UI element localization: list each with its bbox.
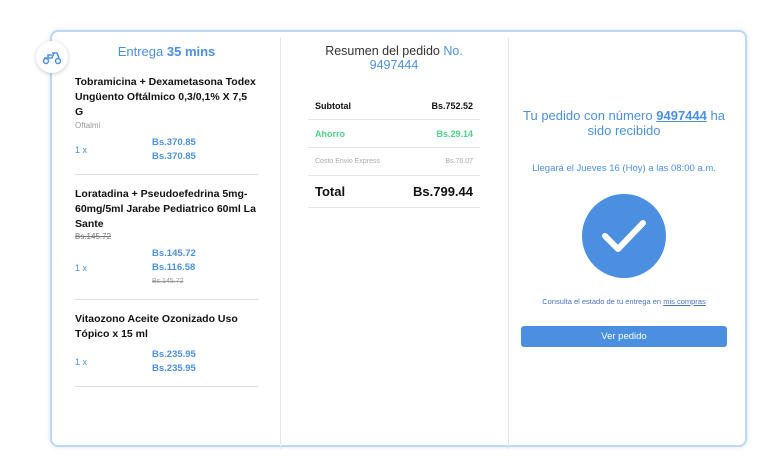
list-item: Vitaozono Aceite Ozonizado Uso Tópico x … <box>75 312 258 387</box>
ver-pedido-button[interactable]: Ver pedido <box>521 326 727 347</box>
msg-text: Tu pedido con número <box>523 108 653 123</box>
items-column: Entrega 35 mins Tobramicina + Dexametaso… <box>75 38 258 439</box>
row-label: Ahorro <box>315 128 345 139</box>
row-label: Costo Envio Express <box>315 158 380 165</box>
item-price: Bs.370.85 <box>152 137 196 148</box>
consult-text: Consulta el estado de tu entrega en mis … <box>520 296 728 308</box>
item-qty: 1 x <box>75 263 88 273</box>
item-total: Bs.116.58 <box>152 262 196 273</box>
delivery-label: Entrega <box>117 44 164 59</box>
item-total: Bs.370.85 <box>152 151 196 162</box>
mis-compras-link[interactable]: mis compras <box>663 297 706 306</box>
item-name[interactable]: Loratadina + Pseudoefedrina 5mg-60mg/5ml… <box>75 187 258 232</box>
delivery-eta: Llegará el Jueves 16 (Hoy) a las 08:00 a… <box>532 163 716 174</box>
checkmark-icon <box>582 194 666 278</box>
row-value: Bs.76.07 <box>445 158 473 165</box>
row-value: Bs.29.14 <box>436 128 473 139</box>
subtotal-row: Subtotal Bs.752.52 <box>308 92 480 120</box>
row-label: Total <box>315 184 346 199</box>
confirmation-column: Tu pedido con número 9497444 ha sido rec… <box>520 38 728 439</box>
order-number-link[interactable]: 9497444 <box>656 108 707 123</box>
list-item: Loratadina + Pseudoefedrina 5mg-60mg/5ml… <box>75 187 258 300</box>
delivery-time: Entrega 35 mins <box>75 44 258 59</box>
column-divider <box>280 38 281 449</box>
scooter-icon <box>36 41 68 73</box>
item-qty: 1 x <box>75 145 88 155</box>
shipping-row: Costo Envio Express Bs.76.07 <box>308 148 480 176</box>
item-qty: 1 x <box>75 357 88 367</box>
consult-label: Consulta el estado de tu entrega en <box>542 297 662 306</box>
item-price: Bs.145.72 <box>152 248 196 259</box>
item-old-total: Bs.145.72 <box>152 278 184 285</box>
item-old-price: Bs.145.72 <box>75 232 112 241</box>
summary-title-text: Resumen del pedido <box>325 44 440 58</box>
total-row: Total Bs.799.44 <box>308 176 480 208</box>
item-name[interactable]: Vitaozono Aceite Ozonizado Uso Tópico x … <box>75 312 258 342</box>
item-name[interactable]: Tobramicina + Dexametasona Todex Ungüent… <box>75 75 258 120</box>
confirmation-message: Tu pedido con número 9497444 ha sido rec… <box>520 108 728 138</box>
row-value: Bs.799.44 <box>413 184 473 199</box>
item-total: Bs.235.95 <box>152 363 196 374</box>
item-brand: Oftalmi <box>75 121 101 130</box>
row-label: Subtotal <box>315 100 351 111</box>
row-value: Bs.752.52 <box>431 100 473 111</box>
savings-row: Ahorro Bs.29.14 <box>308 120 480 148</box>
list-item: Tobramicina + Dexametasona Todex Ungüent… <box>75 75 258 175</box>
delivery-time-value: 35 mins <box>166 44 216 59</box>
summary-column: Resumen del pedido No. 9497444 Subtotal B… <box>308 38 480 439</box>
item-price: Bs.235.95 <box>152 349 196 360</box>
column-divider <box>508 38 509 449</box>
summary-title: Resumen del pedido No. 9497444 <box>308 44 480 72</box>
